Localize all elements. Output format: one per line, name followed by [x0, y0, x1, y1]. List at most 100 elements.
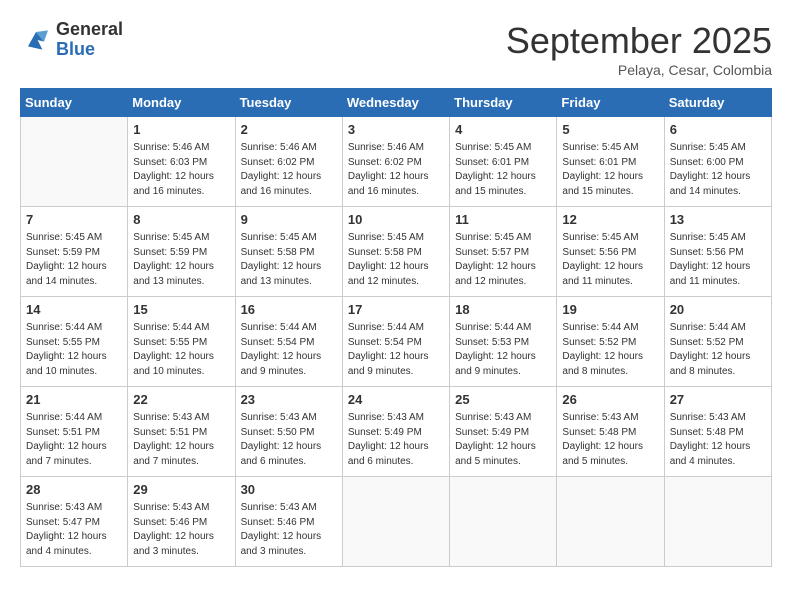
- calendar-table: SundayMondayTuesdayWednesdayThursdayFrid…: [20, 88, 772, 567]
- day-info: Sunrise: 5:43 AM Sunset: 5:49 PM Dayligh…: [348, 411, 444, 469]
- day-number: 13: [670, 211, 766, 229]
- calendar-cell: [450, 477, 557, 567]
- calendar-cell: 15 Sunrise: 5:44 AM Sunset: 5:55 PM Dayli…: [128, 297, 235, 387]
- day-info: Sunrise: 5:45 AM Sunset: 6:00 PM Dayligh…: [670, 141, 766, 199]
- day-number: 6: [670, 121, 766, 139]
- calendar-cell: 4 Sunrise: 5:45 AM Sunset: 6:01 PM Daylig…: [450, 117, 557, 207]
- day-info: Sunrise: 5:44 AM Sunset: 5:53 PM Dayligh…: [455, 321, 551, 379]
- day-info: Sunrise: 5:43 AM Sunset: 5:49 PM Dayligh…: [455, 411, 551, 469]
- calendar-week-row: 1 Sunrise: 5:46 AM Sunset: 6:03 PM Daylig…: [21, 117, 772, 207]
- day-number: 17: [348, 301, 444, 319]
- logo: General Blue: [20, 20, 123, 60]
- day-info: Sunrise: 5:45 AM Sunset: 5:58 PM Dayligh…: [241, 231, 337, 289]
- day-number: 26: [562, 391, 658, 409]
- calendar-cell: 11 Sunrise: 5:45 AM Sunset: 5:57 PM Dayli…: [450, 207, 557, 297]
- day-info: Sunrise: 5:44 AM Sunset: 5:55 PM Dayligh…: [26, 321, 122, 379]
- day-number: 7: [26, 211, 122, 229]
- day-number: 25: [455, 391, 551, 409]
- day-number: 12: [562, 211, 658, 229]
- day-info: Sunrise: 5:43 AM Sunset: 5:47 PM Dayligh…: [26, 501, 122, 559]
- day-number: 27: [670, 391, 766, 409]
- day-info: Sunrise: 5:45 AM Sunset: 5:59 PM Dayligh…: [26, 231, 122, 289]
- day-info: Sunrise: 5:45 AM Sunset: 5:58 PM Dayligh…: [348, 231, 444, 289]
- day-number: 10: [348, 211, 444, 229]
- day-info: Sunrise: 5:43 AM Sunset: 5:48 PM Dayligh…: [562, 411, 658, 469]
- day-number: 24: [348, 391, 444, 409]
- month-title: September 2025: [506, 20, 772, 62]
- calendar-cell: 8Sunrise: 5:45 AM Sunset: 5:59 PM Daylig…: [128, 207, 235, 297]
- calendar-cell: 29 Sunrise: 5:43 AM Sunset: 5:46 PM Dayli…: [128, 477, 235, 567]
- day-number: 2: [241, 121, 337, 139]
- day-info: Sunrise: 5:44 AM Sunset: 5:55 PM Dayligh…: [133, 321, 229, 379]
- calendar-cell: 2 Sunrise: 5:46 AM Sunset: 6:02 PM Daylig…: [235, 117, 342, 207]
- day-number: 28: [26, 481, 122, 499]
- day-number: 19: [562, 301, 658, 319]
- day-number: 4: [455, 121, 551, 139]
- calendar-cell: [342, 477, 449, 567]
- day-number: 20: [670, 301, 766, 319]
- calendar-cell: 24 Sunrise: 5:43 AM Sunset: 5:49 PM Dayli…: [342, 387, 449, 477]
- day-info: Sunrise: 5:44 AM Sunset: 5:54 PM Dayligh…: [241, 321, 337, 379]
- day-info: Sunrise: 5:43 AM Sunset: 5:50 PM Dayligh…: [241, 411, 337, 469]
- day-number: 29: [133, 481, 229, 499]
- day-number: 1: [133, 121, 229, 139]
- calendar-cell: 9 Sunrise: 5:45 AM Sunset: 5:58 PM Daylig…: [235, 207, 342, 297]
- weekday-header: Monday: [128, 89, 235, 117]
- calendar-cell: 19Sunrise: 5:44 AM Sunset: 5:52 PM Dayli…: [557, 297, 664, 387]
- calendar-cell: 13 Sunrise: 5:45 AM Sunset: 5:56 PM Dayli…: [664, 207, 771, 297]
- calendar-cell: 23 Sunrise: 5:43 AM Sunset: 5:50 PM Dayli…: [235, 387, 342, 477]
- day-info: Sunrise: 5:43 AM Sunset: 5:51 PM Dayligh…: [133, 411, 229, 469]
- calendar-cell: 20 Sunrise: 5:44 AM Sunset: 5:52 PM Dayli…: [664, 297, 771, 387]
- calendar-cell: 12 Sunrise: 5:45 AM Sunset: 5:56 PM Dayli…: [557, 207, 664, 297]
- day-info: Sunrise: 5:45 AM Sunset: 6:01 PM Dayligh…: [455, 141, 551, 199]
- title-block: September 2025 Pelaya, Cesar, Colombia: [506, 20, 772, 78]
- calendar-cell: 21 Sunrise: 5:44 AM Sunset: 5:51 PM Dayli…: [21, 387, 128, 477]
- day-info: Sunrise: 5:44 AM Sunset: 5:51 PM Dayligh…: [26, 411, 122, 469]
- day-info: Sunrise: 5:46 AM Sunset: 6:02 PM Dayligh…: [241, 141, 337, 199]
- day-info: Sunrise: 5:46 AM Sunset: 6:02 PM Dayligh…: [348, 141, 444, 199]
- calendar-week-row: 7 Sunrise: 5:45 AM Sunset: 5:59 PM Daylig…: [21, 207, 772, 297]
- calendar-week-row: 14 Sunrise: 5:44 AM Sunset: 5:55 PM Dayli…: [21, 297, 772, 387]
- page-header: General Blue September 2025 Pelaya, Cesa…: [20, 20, 772, 78]
- day-number: 9: [241, 211, 337, 229]
- day-info: Sunrise: 5:43 AM Sunset: 5:46 PM Dayligh…: [133, 501, 229, 559]
- calendar-cell: 5Sunrise: 5:45 AM Sunset: 6:01 PM Daylig…: [557, 117, 664, 207]
- day-number: 3: [348, 121, 444, 139]
- calendar-cell: 28 Sunrise: 5:43 AM Sunset: 5:47 PM Dayli…: [21, 477, 128, 567]
- calendar-cell: [557, 477, 664, 567]
- day-number: 14: [26, 301, 122, 319]
- calendar-cell: 1 Sunrise: 5:46 AM Sunset: 6:03 PM Daylig…: [128, 117, 235, 207]
- day-info: Sunrise: 5:44 AM Sunset: 5:52 PM Dayligh…: [670, 321, 766, 379]
- day-info: Sunrise: 5:44 AM Sunset: 5:54 PM Dayligh…: [348, 321, 444, 379]
- weekday-header: Friday: [557, 89, 664, 117]
- day-number: 11: [455, 211, 551, 229]
- day-number: 15: [133, 301, 229, 319]
- day-number: 18: [455, 301, 551, 319]
- calendar-cell: 6 Sunrise: 5:45 AM Sunset: 6:00 PM Daylig…: [664, 117, 771, 207]
- calendar-cell: 17 Sunrise: 5:44 AM Sunset: 5:54 PM Dayli…: [342, 297, 449, 387]
- day-number: 23: [241, 391, 337, 409]
- day-number: 16: [241, 301, 337, 319]
- calendar-cell: 27 Sunrise: 5:43 AM Sunset: 5:48 PM Dayli…: [664, 387, 771, 477]
- calendar-cell: [664, 477, 771, 567]
- location: Pelaya, Cesar, Colombia: [506, 62, 772, 78]
- calendar-cell: 30Sunrise: 5:43 AM Sunset: 5:46 PM Dayli…: [235, 477, 342, 567]
- day-info: Sunrise: 5:45 AM Sunset: 5:56 PM Dayligh…: [562, 231, 658, 289]
- logo-icon: [20, 24, 52, 56]
- calendar-cell: 10 Sunrise: 5:45 AM Sunset: 5:58 PM Dayli…: [342, 207, 449, 297]
- day-number: 30: [241, 481, 337, 499]
- day-number: 21: [26, 391, 122, 409]
- day-number: 8: [133, 211, 229, 229]
- calendar-cell: 18 Sunrise: 5:44 AM Sunset: 5:53 PM Dayli…: [450, 297, 557, 387]
- calendar-cell: 22Sunrise: 5:43 AM Sunset: 5:51 PM Dayli…: [128, 387, 235, 477]
- calendar-cell: 25 Sunrise: 5:43 AM Sunset: 5:49 PM Dayli…: [450, 387, 557, 477]
- calendar-cell: 26 Sunrise: 5:43 AM Sunset: 5:48 PM Dayli…: [557, 387, 664, 477]
- day-info: Sunrise: 5:45 AM Sunset: 5:57 PM Dayligh…: [455, 231, 551, 289]
- day-info: Sunrise: 5:43 AM Sunset: 5:48 PM Dayligh…: [670, 411, 766, 469]
- weekday-header: Tuesday: [235, 89, 342, 117]
- calendar-header-row: SundayMondayTuesdayWednesdayThursdayFrid…: [21, 89, 772, 117]
- calendar-week-row: 21 Sunrise: 5:44 AM Sunset: 5:51 PM Dayli…: [21, 387, 772, 477]
- day-info: Sunrise: 5:45 AM Sunset: 5:56 PM Dayligh…: [670, 231, 766, 289]
- calendar-cell: 14 Sunrise: 5:44 AM Sunset: 5:55 PM Dayli…: [21, 297, 128, 387]
- day-info: Sunrise: 5:46 AM Sunset: 6:03 PM Dayligh…: [133, 141, 229, 199]
